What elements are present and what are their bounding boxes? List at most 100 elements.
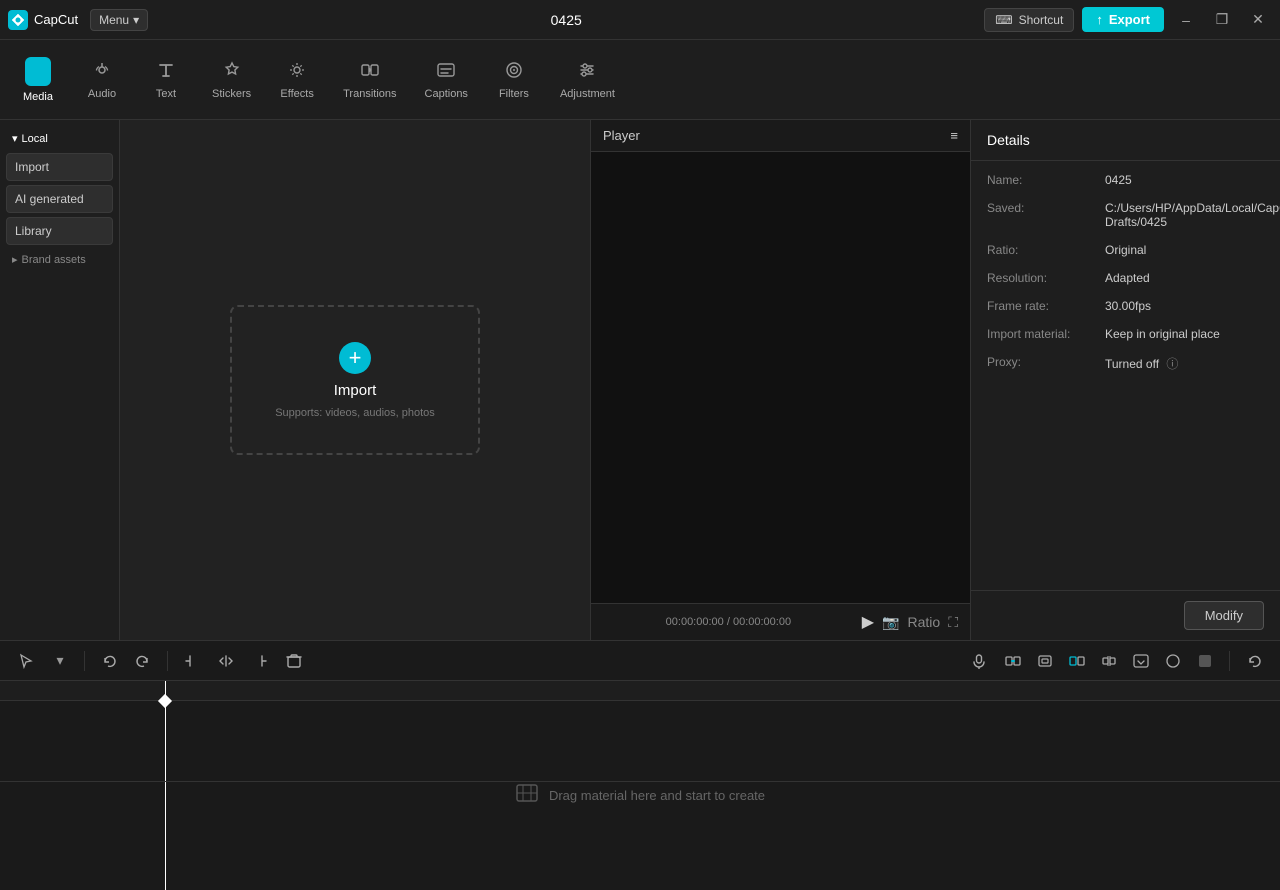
detail-value-ratio: Original [1105, 243, 1264, 257]
tab-filters-label: Filters [499, 88, 529, 100]
filters-icon [504, 60, 524, 83]
details-header: Details [971, 120, 1280, 161]
timeline-tool7[interactable] [1191, 647, 1219, 675]
detail-row-import-material: Import material: Keep in original place [987, 327, 1264, 341]
split-button[interactable] [212, 647, 240, 675]
bottom-toolbar: ▾ [0, 640, 1280, 680]
cursor-dropdown[interactable]: ▾ [46, 647, 74, 675]
tab-filters[interactable]: Filters [484, 52, 544, 108]
timeline-tool5[interactable] [1127, 647, 1155, 675]
tab-effects-label: Effects [280, 88, 313, 100]
tab-captions[interactable]: Captions [413, 52, 480, 108]
timeline-tool6[interactable] [1159, 647, 1187, 675]
mic-button[interactable] [965, 647, 993, 675]
sep2 [167, 651, 168, 671]
tab-audio-label: Audio [88, 88, 116, 100]
timeline-tool3[interactable] [1063, 647, 1091, 675]
sidebar: ▾ Local Import AI generated Library ▸ Br… [0, 120, 120, 640]
tab-adjustment-label: Adjustment [560, 88, 615, 100]
detail-row-name: Name: 0425 [987, 173, 1264, 187]
detail-value-proxy: Turned off ⓘ [1105, 355, 1264, 372]
detail-label-resolution: Resolution: [987, 271, 1097, 285]
player-header: Player ≡ [591, 120, 970, 152]
menu-button[interactable]: Menu ▾ [90, 9, 148, 31]
player-title: Player [603, 128, 640, 143]
tab-adjustment[interactable]: Adjustment [548, 52, 627, 108]
top-bar: CapCut Menu ▾ 0425 ⌨ Shortcut ↑ Export –… [0, 0, 1280, 40]
timeline-playhead [165, 701, 166, 890]
capcut-logo-icon [8, 10, 28, 30]
sidebar-local[interactable]: ▾ Local [6, 128, 113, 149]
shortcut-button[interactable]: ⌨ Shortcut [984, 8, 1074, 32]
split-start-button[interactable] [178, 647, 206, 675]
tab-media[interactable]: Media [8, 49, 68, 111]
detail-label-proxy: Proxy: [987, 355, 1097, 369]
detail-row-saved: Saved: C:/Users/HP/AppData/Local/CapCut … [987, 201, 1264, 229]
player-time: 00:00:00:00 / 00:00:00:00 [603, 616, 854, 628]
tab-text[interactable]: Text [136, 52, 196, 108]
detail-value-saved: C:/Users/HP/AppData/Local/CapCut Drafts/… [1105, 201, 1280, 229]
sep3 [1229, 651, 1230, 671]
redo-button[interactable] [129, 647, 157, 675]
modify-button[interactable]: Modify [1184, 601, 1264, 630]
restore-button[interactable]: ❐ [1208, 6, 1236, 34]
fullscreen-icon[interactable]: ⛶ [948, 614, 958, 631]
stickers-icon [222, 60, 242, 83]
sidebar-library[interactable]: Library [6, 217, 113, 245]
timeline-tool4[interactable] [1095, 647, 1123, 675]
chevron-down-icon: ▾ [12, 132, 18, 145]
top-right-controls: ⌨ Shortcut ↑ Export – ❐ ✕ [984, 6, 1272, 34]
app-title: CapCut [34, 12, 78, 27]
project-title: 0425 [156, 12, 976, 28]
close-button[interactable]: ✕ [1244, 6, 1272, 34]
tab-effects[interactable]: Effects [267, 52, 327, 108]
timeline-drop-hint: Drag material here and start to create [515, 781, 765, 810]
player-menu-icon[interactable]: ≡ [950, 128, 958, 143]
tab-stickers[interactable]: Stickers [200, 52, 263, 108]
timeline-track-line [0, 781, 1280, 782]
timeline-body[interactable]: Drag material here and start to create [0, 701, 1280, 890]
import-plus-icon: + [339, 342, 371, 374]
logo-area: CapCut [8, 10, 78, 30]
player-body [591, 152, 970, 603]
tab-captions-label: Captions [425, 88, 468, 100]
import-box[interactable]: + Import Supports: videos, audios, photo… [230, 305, 480, 455]
ratio-button[interactable]: Ratio [908, 614, 941, 631]
minimize-button[interactable]: – [1172, 6, 1200, 34]
sidebar-brand-assets[interactable]: ▸ Brand assets [6, 249, 113, 270]
cursor-tool[interactable] [12, 647, 40, 675]
sidebar-import[interactable]: Import [6, 153, 113, 181]
timeline-tool1[interactable] [999, 647, 1027, 675]
detail-label-framerate: Frame rate: [987, 299, 1097, 313]
detail-value-name: 0425 [1105, 173, 1264, 187]
timeline-tools [999, 647, 1219, 675]
screenshot-icon[interactable]: 📷 [882, 614, 899, 631]
detail-row-framerate: Frame rate: 30.00fps [987, 299, 1264, 313]
tab-transitions-label: Transitions [343, 88, 396, 100]
details-body: Name: 0425 Saved: C:/Users/HP/AppData/Lo… [971, 161, 1280, 590]
proxy-info-icon[interactable]: ⓘ [1166, 357, 1178, 371]
detail-value-import-material: Keep in original place [1105, 327, 1264, 341]
sidebar-ai-generated[interactable]: AI generated [6, 185, 113, 213]
detail-row-proxy: Proxy: Turned off ⓘ [987, 355, 1264, 372]
tab-audio[interactable]: Audio [72, 52, 132, 108]
timeline-drop-text: Drag material here and start to create [549, 788, 765, 803]
timeline-undo-button[interactable] [1240, 647, 1268, 675]
detail-label-name: Name: [987, 173, 1097, 187]
main-layout: ▾ Local Import AI generated Library ▸ Br… [0, 120, 1280, 640]
player-panel: Player ≡ 00:00:00:00 / 00:00:00:00 ▶ 📷 R… [590, 120, 970, 640]
split-end-button[interactable] [246, 647, 274, 675]
delete-button[interactable] [280, 647, 308, 675]
tab-media-label: Media [23, 91, 53, 103]
tab-bar: Media Audio Text Stickers [0, 40, 1280, 120]
text-icon [156, 60, 176, 83]
detail-value-resolution: Adapted [1105, 271, 1264, 285]
export-button[interactable]: ↑ Export [1082, 7, 1164, 32]
sep1 [84, 651, 85, 671]
undo-button[interactable] [95, 647, 123, 675]
timeline-drop-icon [515, 781, 539, 810]
timeline-area: Drag material here and start to create [0, 680, 1280, 890]
tab-transitions[interactable]: Transitions [331, 52, 408, 108]
timeline-tool2[interactable] [1031, 647, 1059, 675]
player-play-button[interactable]: ▶ [862, 612, 874, 632]
